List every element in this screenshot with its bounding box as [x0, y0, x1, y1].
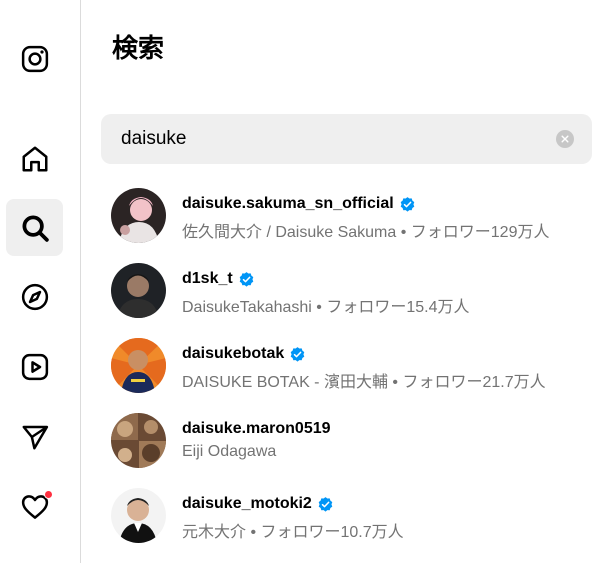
nav-messages-button[interactable] — [6, 408, 63, 465]
search-result-item[interactable]: d1sk_t DaisukeTakahashi • フォロワー15.4万人 — [82, 255, 607, 330]
avatar — [111, 188, 166, 243]
search-result-item[interactable]: daisuke_motoki2 元木大介 • フォロワー10.7万人 — [82, 480, 607, 555]
result-subtitle: 佐久間大介 / Daisuke Sakuma • フォロワー129万人 — [182, 224, 550, 241]
result-subtitle: Eiji Odagawa — [182, 443, 277, 460]
search-icon — [22, 215, 49, 242]
result-subtitle: DaisukeTakahashi • フォロワー15.4万人 — [182, 299, 470, 316]
compass-icon — [21, 283, 48, 310]
search-results-list: daisuke.sakuma_sn_official 佐久間大介 / Daisu… — [82, 180, 607, 555]
avatar — [111, 263, 166, 318]
avatar — [111, 338, 166, 393]
result-username: daisukebotak — [182, 345, 285, 362]
instagram-logo-icon — [21, 45, 48, 72]
clear-search-button[interactable] — [556, 130, 574, 148]
reels-icon — [21, 353, 48, 380]
result-username: daisuke.sakuma_sn_official — [182, 195, 394, 212]
result-subtitle: DAISUKE BOTAK - 濱田大輔 • フォロワー21.7万人 — [182, 374, 546, 391]
verified-badge-icon — [239, 271, 254, 287]
close-icon — [561, 135, 569, 143]
nav-explore-button[interactable] — [6, 268, 63, 325]
search-result-item[interactable]: daisuke.sakuma_sn_official 佐久間大介 / Daisu… — [82, 180, 607, 255]
avatar — [111, 413, 166, 468]
result-subtitle: 元木大介 • フォロワー10.7万人 — [182, 524, 404, 541]
notification-dot — [44, 490, 53, 499]
search-box[interactable] — [101, 114, 592, 164]
nav-search-button[interactable] — [6, 199, 63, 256]
verified-badge-icon — [318, 496, 333, 512]
avatar — [111, 488, 166, 543]
sidebar-nav — [0, 0, 81, 563]
result-username: daisuke.maron0519 — [182, 420, 331, 437]
result-username: d1sk_t — [182, 270, 233, 287]
instagram-logo-button[interactable] — [6, 30, 63, 87]
search-input[interactable] — [121, 126, 541, 152]
search-panel: 検索 daisuke.sakuma_sn_official — [82, 0, 607, 563]
verified-badge-icon — [290, 346, 305, 362]
home-icon — [22, 146, 47, 171]
search-result-item[interactable]: daisukebotak DAISUKE BOTAK - 濱田大輔 • フォロワ… — [82, 330, 607, 405]
nav-home-button[interactable] — [6, 130, 63, 187]
verified-badge-icon — [400, 196, 414, 212]
search-result-item[interactable]: daisuke.maron0519 Eiji Odagawa — [82, 405, 607, 480]
nav-notifications-button[interactable] — [6, 478, 63, 535]
nav-reels-button[interactable] — [6, 338, 63, 395]
send-icon — [22, 425, 48, 449]
panel-title: 検索 — [112, 33, 165, 63]
result-username: daisuke_motoki2 — [182, 495, 312, 512]
